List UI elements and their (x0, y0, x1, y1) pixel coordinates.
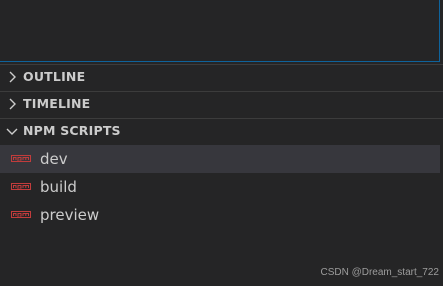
npm-script-label: build (40, 178, 77, 196)
outline-section-header[interactable]: OUTLINE (0, 64, 443, 88)
npm-script-label: dev (40, 150, 68, 168)
chevron-right-icon (3, 95, 21, 113)
focused-view-pane[interactable] (0, 0, 440, 62)
npm-script-item-preview[interactable]: preview (0, 201, 440, 229)
npm-icon (11, 209, 31, 221)
npm-script-label: preview (40, 206, 100, 224)
npm-icon (11, 153, 31, 165)
npm-scripts-label: NPM SCRIPTS (23, 123, 121, 138)
outline-label: OUTLINE (23, 69, 86, 84)
timeline-label: TIMELINE (23, 96, 91, 111)
npm-script-item-dev[interactable]: dev (0, 145, 440, 173)
watermark: CSDN @Dream_start_722 (320, 267, 439, 278)
chevron-down-icon (3, 122, 21, 140)
npm-icon (11, 181, 31, 193)
npm-script-item-build[interactable]: build (0, 173, 440, 201)
chevron-right-icon (3, 68, 21, 86)
timeline-section-header[interactable]: TIMELINE (0, 91, 443, 115)
npm-scripts-section-header[interactable]: NPM SCRIPTS (0, 118, 443, 142)
